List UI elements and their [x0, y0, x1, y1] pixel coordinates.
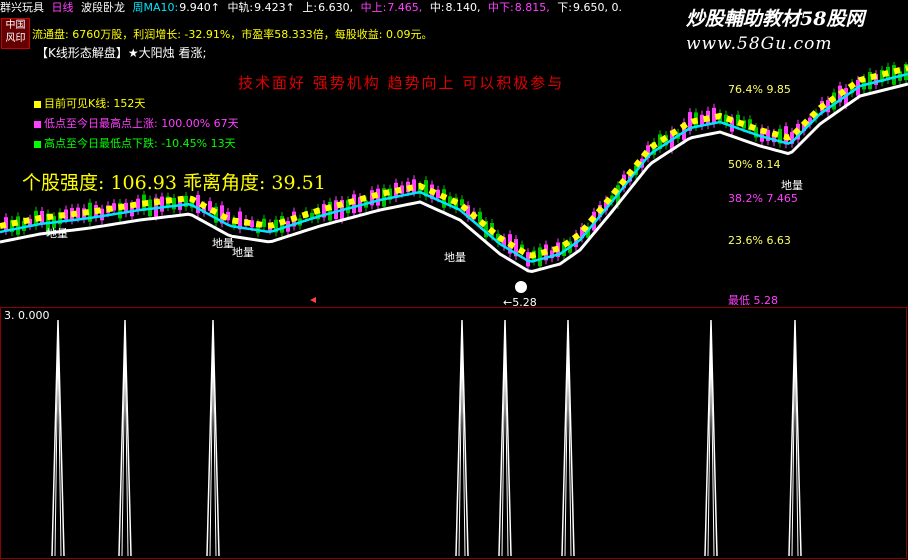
watermark-title: 炒股輔助教材58股网	[686, 8, 865, 30]
spike-inner	[707, 339, 715, 557]
watermark-url: www.58Gu.com	[686, 34, 833, 54]
spike-inner	[121, 339, 129, 557]
spike-inner	[458, 339, 466, 557]
spike-inner	[54, 339, 62, 557]
spike-inner	[501, 339, 509, 557]
spike-inner	[209, 339, 217, 557]
spike-inner	[791, 339, 799, 557]
spike-inner	[564, 339, 572, 557]
spike-chart	[51, 319, 802, 557]
